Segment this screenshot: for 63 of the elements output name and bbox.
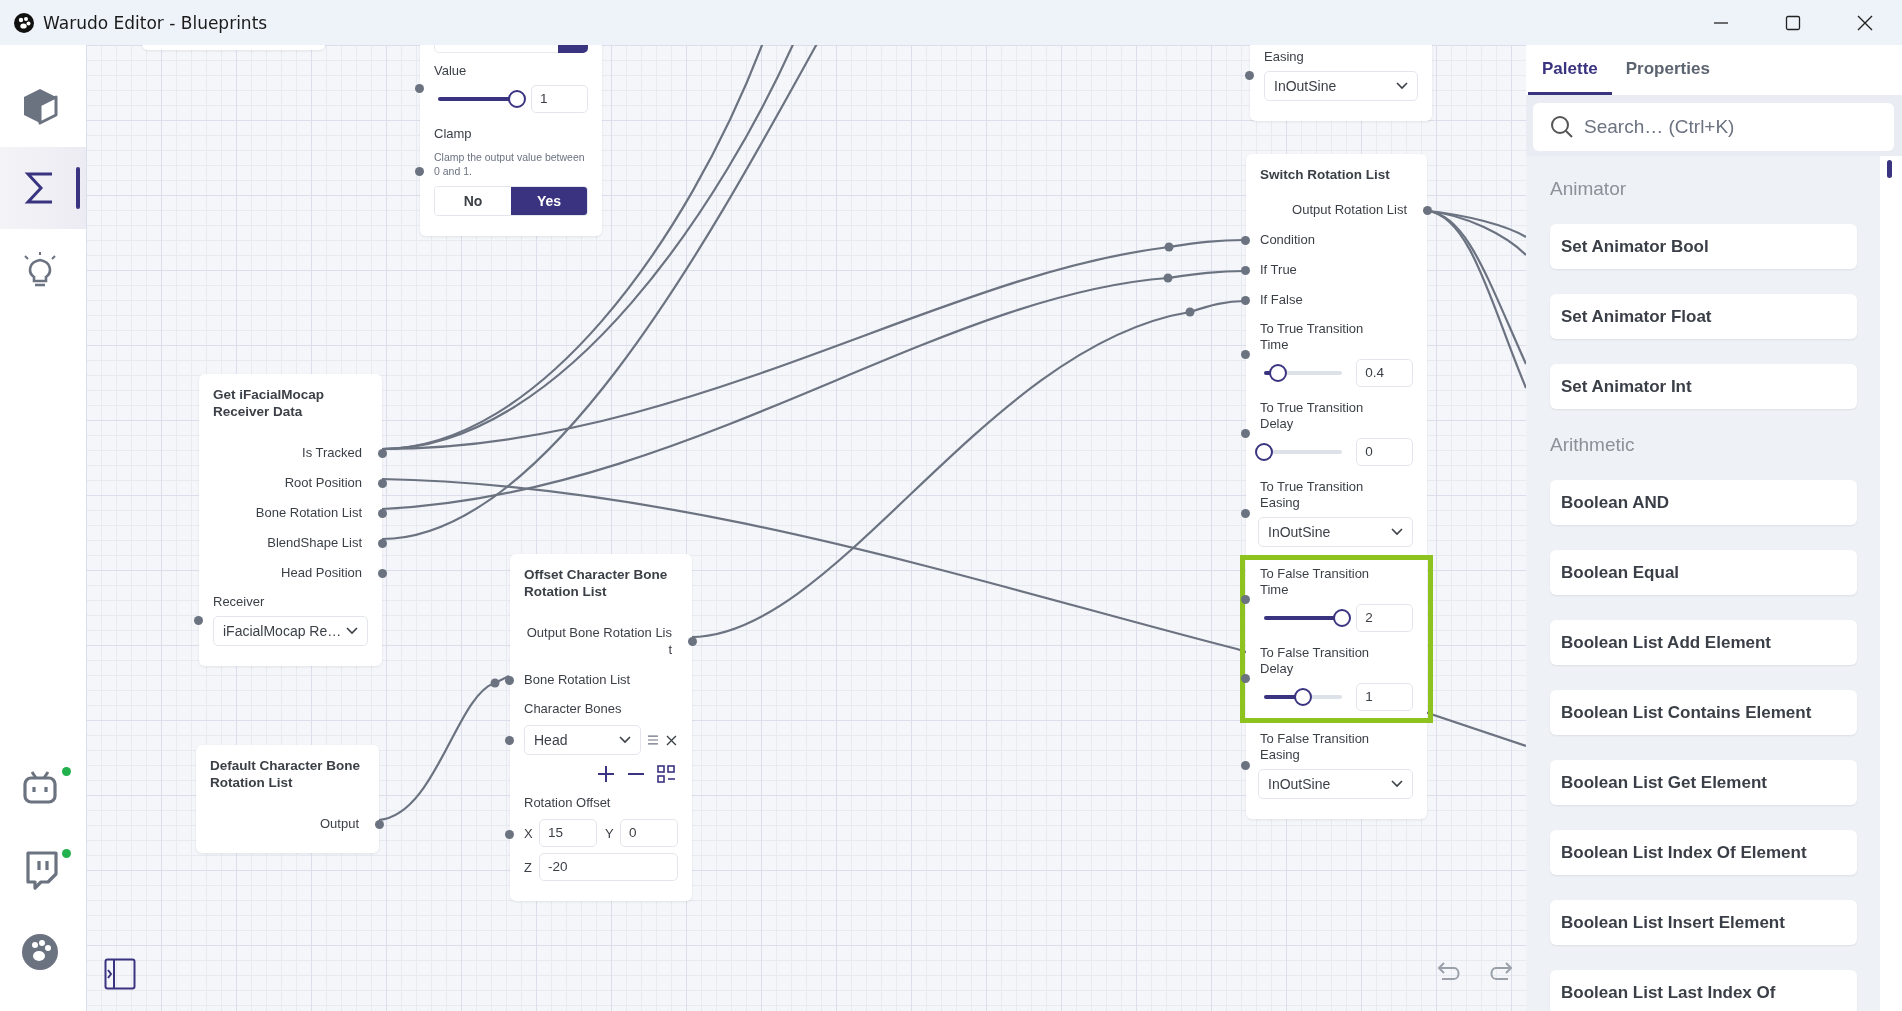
node-title: Default Character Bone Rotation List [210, 757, 362, 791]
port-label: Output Bone Rotation List [526, 625, 672, 657]
window-title: Warudo Editor - Blueprints [43, 12, 268, 33]
node-title: Get iFacialMocap Receiver Data [213, 386, 326, 420]
axis-label: Z [524, 859, 533, 875]
number-field[interactable]: 0 [620, 819, 678, 847]
field-description: Clamp the output value between 0 and 1. [434, 150, 586, 178]
palette-item[interactable]: Boolean Equal [1550, 550, 1857, 595]
field-label: To False Transition Delay [1260, 645, 1371, 677]
palette-item[interactable]: Boolean List Insert Element [1550, 900, 1857, 945]
port-label: If False [1260, 292, 1303, 307]
toggle-option[interactable]: Yes [511, 187, 587, 215]
field-label: Rotation Offset [524, 795, 612, 811]
number-field[interactable]: -20 [539, 853, 678, 881]
palette-item[interactable]: Set Animator Bool [1550, 224, 1857, 269]
port-label: Output Rotation List [1292, 202, 1407, 217]
port-label: Output [319, 816, 359, 831]
group-header: Arithmetic [1550, 434, 1636, 456]
field-label: To False Transition Easing [1260, 731, 1371, 763]
palette-item[interactable]: Boolean List Index Of Element [1550, 830, 1857, 875]
port-label: If True [1260, 262, 1297, 277]
field-label: To True Transition Easing [1260, 479, 1365, 511]
palette-item[interactable]: Boolean List Add Element [1550, 620, 1857, 665]
port-label: Head Position [281, 565, 362, 580]
number-field[interactable]: 15 [539, 819, 597, 847]
field-label: Value [434, 63, 468, 79]
tab[interactable]: Palette [1528, 45, 1612, 95]
port-label: BlendShape List [267, 535, 362, 550]
field-label: Character Bones [524, 701, 623, 717]
palette-item[interactable]: Boolean List Last Index Of [1550, 970, 1857, 1011]
field-label: To False Transition Time [1260, 566, 1371, 598]
palette-item[interactable]: Boolean List Get Element [1550, 760, 1857, 805]
number-field[interactable]: 0 [1356, 438, 1413, 466]
field-label: Easing [1264, 49, 1305, 65]
dropdown[interactable]: InOutSine [1258, 517, 1413, 547]
field-label: Clamp [434, 126, 473, 142]
axis-label: X [524, 825, 533, 841]
palette-item[interactable]: Set Animator Float [1550, 294, 1857, 339]
port-label: Is Tracked [302, 445, 362, 460]
number-field[interactable]: 1 [1356, 683, 1413, 711]
tab[interactable]: Properties [1611, 45, 1724, 95]
palette-item[interactable]: Boolean List Contains Element [1550, 690, 1857, 735]
number-field[interactable]: 2 [1356, 604, 1413, 632]
port-label: Root Position [284, 475, 362, 490]
field-label: To True Transition Time [1260, 321, 1365, 353]
number-field[interactable]: 1 [531, 85, 588, 113]
dropdown[interactable]: iFacialMocap Re… [213, 616, 368, 646]
dropdown[interactable]: InOutSine [1264, 71, 1418, 101]
dropdown[interactable]: Head [524, 725, 642, 755]
port-label: Condition [1260, 232, 1315, 247]
number-field[interactable]: 0.4 [1356, 359, 1413, 387]
group-header: Animator [1550, 178, 1628, 200]
port-label: Bone Rotation List [524, 672, 631, 687]
port-label: Bone Rotation List [255, 505, 362, 520]
field-label: Receiver [213, 594, 266, 610]
dropdown[interactable]: InOutSine [1258, 769, 1413, 799]
node-title: Switch Rotation List [1260, 166, 1391, 183]
field-label: To True Transition Delay [1260, 400, 1365, 432]
palette-item[interactable]: Set Animator Int [1550, 364, 1857, 409]
node-title: Offset Character Bone Rotation List [524, 566, 669, 600]
axis-label: Y [605, 825, 614, 841]
search-field[interactable]: Search… (Ctrl+K) [1533, 103, 1894, 151]
palette-item[interactable]: Boolean AND [1550, 480, 1857, 525]
